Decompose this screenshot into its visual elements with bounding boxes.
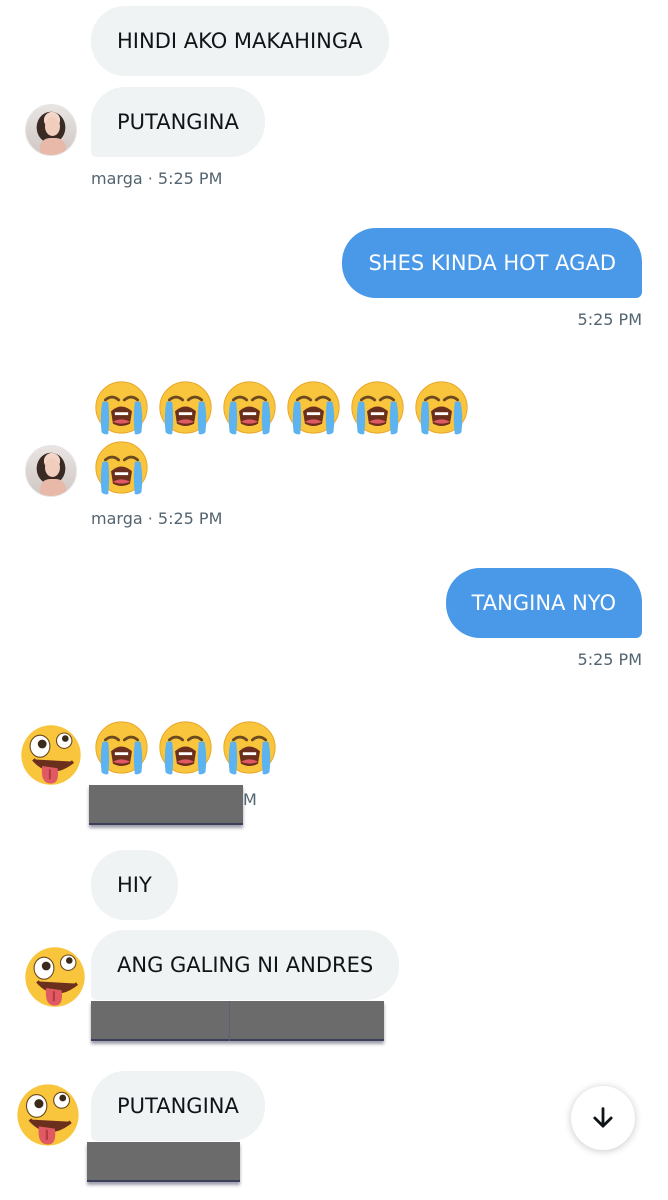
avatar-body bbox=[40, 479, 66, 496]
message-bubble[interactable]: PUTANGINA bbox=[91, 87, 265, 157]
message-bubble[interactable]: HIY bbox=[91, 850, 178, 920]
message-bubble[interactable]: ANG GALING NI ANDRES bbox=[91, 930, 400, 1000]
scroll-to-bottom-button[interactable] bbox=[571, 1086, 635, 1150]
crying-face-emoji bbox=[349, 379, 406, 436]
emoji-message[interactable] bbox=[93, 439, 150, 496]
avatar-face bbox=[45, 458, 60, 477]
crying-face-emoji bbox=[93, 719, 150, 776]
redacted-meta bbox=[87, 1142, 240, 1182]
message-timestamp: 5:25 PM bbox=[577, 310, 642, 329]
avatar[interactable] bbox=[25, 445, 77, 497]
avatar-body bbox=[40, 138, 66, 155]
crying-face-emoji bbox=[285, 379, 342, 436]
redaction-seam bbox=[229, 1001, 230, 1041]
message-meta: marga · 5:25 PM bbox=[91, 509, 223, 528]
message-bubble[interactable]: HINDI AKO MAKAHINGA bbox=[91, 6, 389, 76]
outgoing-message-bubble[interactable]: TANGINA NYO bbox=[445, 568, 642, 638]
emoji-message[interactable] bbox=[93, 379, 470, 436]
meta-fragment: M bbox=[243, 790, 257, 809]
crying-face-emoji bbox=[93, 379, 150, 436]
arrow-down-icon bbox=[593, 1107, 613, 1128]
crying-face-emoji bbox=[413, 379, 470, 436]
outgoing-message-bubble[interactable]: SHES KINDA HOT AGAD bbox=[342, 228, 642, 298]
crying-face-emoji bbox=[157, 719, 214, 776]
message-bubble[interactable]: PUTANGINA bbox=[91, 1071, 265, 1141]
zany-face-avatar[interactable] bbox=[22, 944, 88, 1010]
crying-face-emoji bbox=[157, 379, 214, 436]
avatar[interactable] bbox=[25, 104, 77, 156]
avatar-face bbox=[45, 117, 60, 136]
zany-face-avatar[interactable] bbox=[18, 722, 84, 788]
message-meta: marga · 5:25 PM bbox=[91, 169, 223, 188]
emoji-message[interactable] bbox=[93, 719, 278, 776]
message-timestamp: 5:25 PM bbox=[577, 650, 642, 669]
crying-face-emoji bbox=[93, 439, 150, 496]
crying-face-emoji bbox=[221, 719, 278, 776]
zany-face-avatar[interactable] bbox=[14, 1081, 82, 1149]
redacted-meta bbox=[89, 785, 243, 825]
redacted-meta bbox=[91, 1001, 384, 1041]
crying-face-emoji bbox=[221, 379, 278, 436]
